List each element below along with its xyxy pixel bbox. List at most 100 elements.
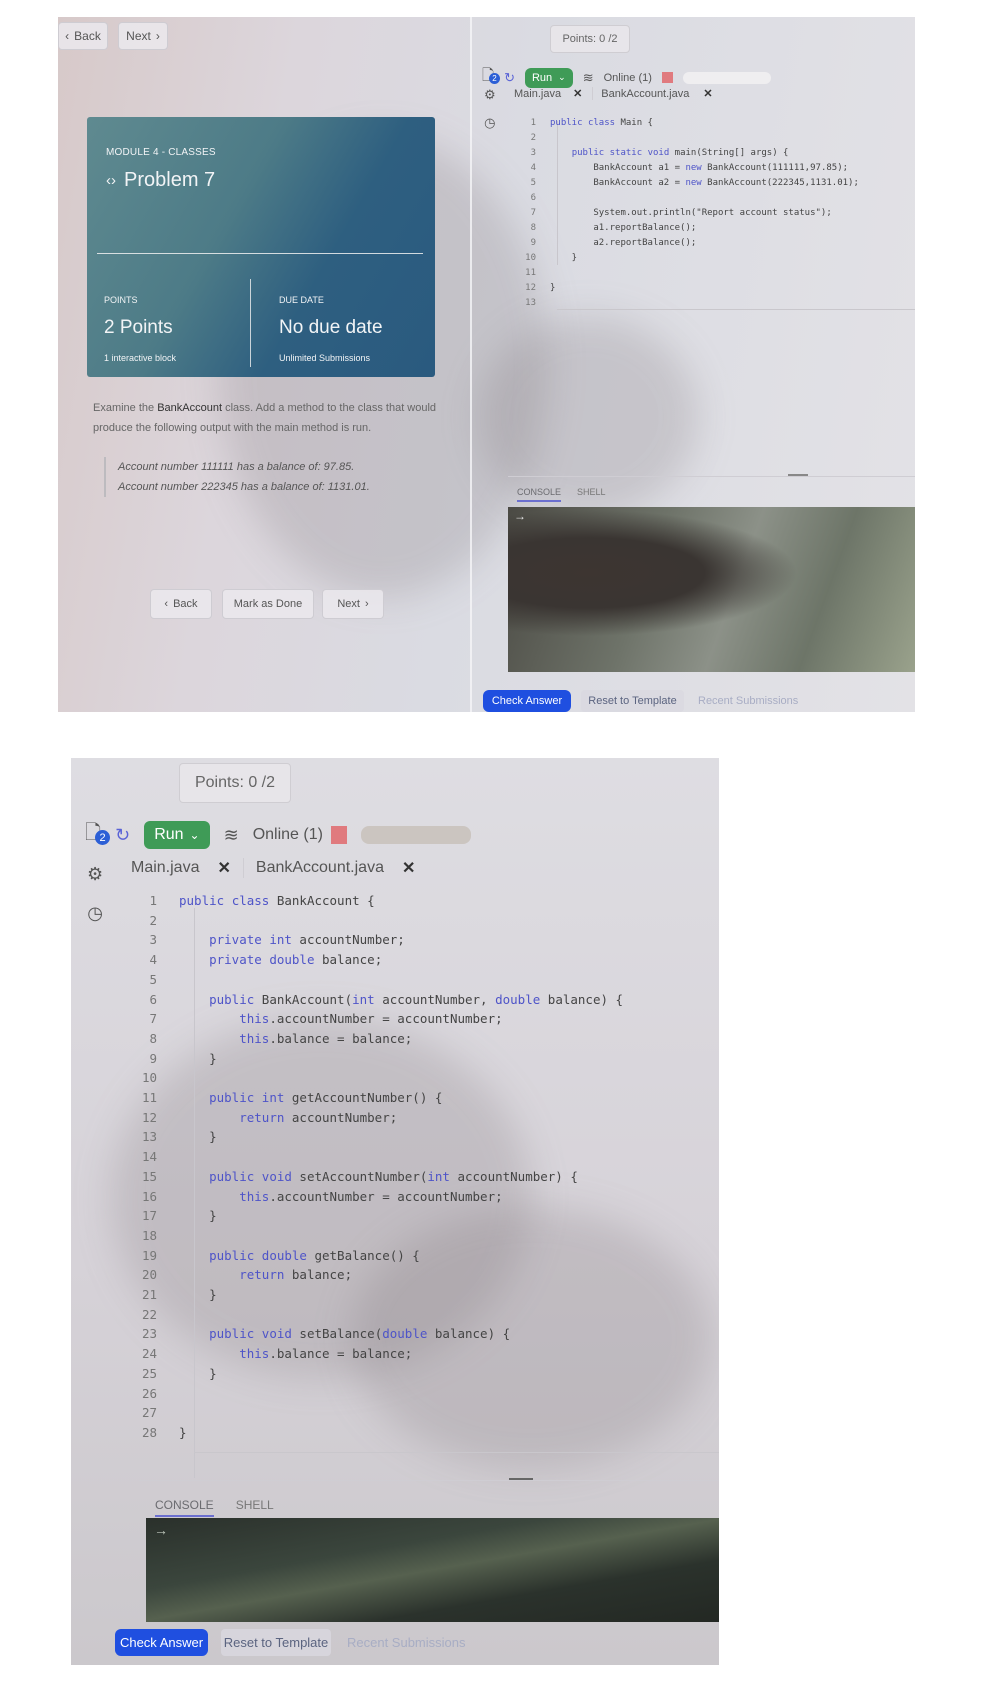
mark-as-done-button[interactable]: Mark as Done: [222, 589, 314, 619]
code-text[interactable]: this.accountNumber = accountNumber;: [179, 1009, 502, 1029]
tab-console[interactable]: CONSOLE: [517, 487, 562, 502]
run-button[interactable]: Run ⌄: [144, 821, 210, 849]
panel-resize-handle[interactable]: [788, 474, 808, 476]
code-line[interactable]: 9 }: [137, 1049, 623, 1069]
code-text[interactable]: this.accountNumber = accountNumber;: [179, 1187, 502, 1207]
code-line[interactable]: 3 public static void main(String[] args)…: [520, 146, 859, 161]
recent-submissions-link[interactable]: Recent Submissions: [698, 690, 798, 712]
code-line[interactable]: 26: [137, 1384, 623, 1404]
code-line[interactable]: 8 this.balance = balance;: [137, 1029, 623, 1049]
tab-bankaccount-java[interactable]: BankAccount.java ✕: [256, 858, 415, 878]
close-icon[interactable]: ✕: [573, 87, 582, 100]
code-text[interactable]: }: [179, 1423, 187, 1443]
code-line[interactable]: 6 public BankAccount(int accountNumber, …: [137, 990, 623, 1010]
tab-main-java[interactable]: Main.java ✕: [514, 87, 594, 100]
close-icon[interactable]: ✕: [402, 858, 415, 878]
code-text[interactable]: BankAccount a2 = new BankAccount(222345,…: [550, 176, 859, 191]
footer-back-button[interactable]: ‹ Back: [150, 589, 212, 619]
code-line[interactable]: 4 BankAccount a1 = new BankAccount(11111…: [520, 161, 859, 176]
code-text[interactable]: }: [179, 1285, 217, 1305]
code-line[interactable]: 10 }: [520, 251, 859, 266]
next-button[interactable]: Next ›: [118, 22, 168, 50]
close-icon[interactable]: ✕: [217, 858, 230, 878]
code-text[interactable]: public class Main {: [550, 116, 653, 131]
code-line[interactable]: 18: [137, 1226, 623, 1246]
code-text[interactable]: private int accountNumber;: [179, 930, 405, 950]
code-line[interactable]: 6: [520, 191, 859, 206]
reset-to-template-button[interactable]: Reset to Template: [221, 1629, 331, 1656]
code-line[interactable]: 14: [137, 1147, 623, 1167]
check-answer-button[interactable]: Check Answer: [115, 1629, 208, 1656]
code-text[interactable]: }: [550, 251, 577, 266]
close-icon[interactable]: ✕: [703, 87, 712, 100]
code-line[interactable]: 11 public int getAccountNumber() {: [137, 1088, 623, 1108]
code-editor-bankaccount[interactable]: 1 public class BankAccount {2 3 private in…: [137, 891, 623, 1443]
code-text[interactable]: this.balance = balance;: [179, 1344, 412, 1364]
files-icon[interactable]: 🗋 2: [85, 818, 110, 852]
code-line[interactable]: 20 return balance;: [137, 1265, 623, 1285]
code-line[interactable]: 22: [137, 1305, 623, 1325]
code-text[interactable]: return accountNumber;: [179, 1108, 397, 1128]
code-text[interactable]: }: [179, 1364, 217, 1384]
tab-bankaccount-java[interactable]: BankAccount.java ✕: [601, 87, 712, 101]
clock-icon[interactable]: ◷: [87, 903, 103, 924]
code-line[interactable]: 7 System.out.println("Report account sta…: [520, 206, 859, 221]
code-line[interactable]: 2: [137, 911, 623, 931]
code-line[interactable]: 19 public double getBalance() {: [137, 1246, 623, 1266]
code-line[interactable]: 1 public class Main {: [520, 116, 859, 131]
code-line[interactable]: 27: [137, 1403, 623, 1423]
code-text[interactable]: a1.reportBalance();: [550, 221, 696, 236]
code-line[interactable]: 12}: [520, 281, 859, 296]
code-text[interactable]: BankAccount a1 = new BankAccount(111111,…: [550, 161, 848, 176]
code-line[interactable]: 4 private double balance;: [137, 950, 623, 970]
code-line[interactable]: 11: [520, 266, 859, 281]
panel-resize-handle[interactable]: [509, 1478, 533, 1480]
code-text[interactable]: }: [179, 1127, 217, 1147]
code-text[interactable]: public void setAccountNumber(int account…: [179, 1167, 578, 1187]
clock-icon[interactable]: ◷: [484, 115, 495, 131]
code-editor-main[interactable]: 1 public class Main {2 3 public static voi…: [520, 116, 859, 311]
tab-console[interactable]: CONSOLE: [155, 1498, 214, 1517]
code-text[interactable]: }: [550, 281, 555, 296]
code-line[interactable]: 12 return accountNumber;: [137, 1108, 623, 1128]
code-text[interactable]: this.balance = balance;: [179, 1029, 412, 1049]
check-answer-button[interactable]: Check Answer: [483, 690, 571, 712]
code-line[interactable]: 21 }: [137, 1285, 623, 1305]
history-replay-icon[interactable]: ↻: [115, 825, 130, 846]
recent-submissions-link[interactable]: Recent Submissions: [347, 1629, 466, 1656]
code-text[interactable]: System.out.println("Report account statu…: [550, 206, 831, 221]
code-line[interactable]: 16 this.accountNumber = accountNumber;: [137, 1187, 623, 1207]
code-line[interactable]: 23 public void setBalance(double balance…: [137, 1324, 623, 1344]
footer-next-button[interactable]: Next ›: [322, 589, 384, 619]
code-text[interactable]: public static void main(String[] args) {: [550, 146, 789, 161]
code-line[interactable]: 9 a2.reportBalance();: [520, 236, 859, 251]
tab-shell[interactable]: SHELL: [577, 487, 606, 502]
code-text[interactable]: public double getBalance() {: [179, 1246, 420, 1266]
code-text[interactable]: public int getAccountNumber() {: [179, 1088, 442, 1108]
tab-shell[interactable]: SHELL: [236, 1498, 274, 1517]
code-text[interactable]: public BankAccount(int accountNumber, do…: [179, 990, 623, 1010]
code-text[interactable]: }: [179, 1206, 217, 1226]
code-line[interactable]: 25 }: [137, 1364, 623, 1384]
code-text[interactable]: return balance;: [179, 1265, 352, 1285]
online-status[interactable]: Online (1): [253, 826, 323, 844]
pane-divider[interactable]: [470, 17, 472, 712]
code-line[interactable]: 24 this.balance = balance;: [137, 1344, 623, 1364]
code-line[interactable]: 3 private int accountNumber;: [137, 930, 623, 950]
console-output[interactable]: →: [146, 1518, 719, 1622]
code-line[interactable]: 10: [137, 1068, 623, 1088]
back-button[interactable]: ‹ Back: [58, 22, 108, 50]
code-line[interactable]: 13 }: [137, 1127, 623, 1147]
code-line[interactable]: 8 a1.reportBalance();: [520, 221, 859, 236]
code-text[interactable]: }: [179, 1049, 217, 1069]
code-text[interactable]: a2.reportBalance();: [550, 236, 696, 251]
run-button[interactable]: Run ⌄: [524, 67, 573, 88]
code-line[interactable]: 2: [520, 131, 859, 146]
code-text[interactable]: public class BankAccount {: [179, 891, 375, 911]
reset-to-template-button[interactable]: Reset to Template: [581, 690, 684, 712]
code-line[interactable]: 17 }: [137, 1206, 623, 1226]
code-line[interactable]: 7 this.accountNumber = accountNumber;: [137, 1009, 623, 1029]
gear-icon[interactable]: ⚙: [87, 864, 103, 885]
code-line[interactable]: 28}: [137, 1423, 623, 1443]
code-line[interactable]: 1 public class BankAccount {: [137, 891, 623, 911]
